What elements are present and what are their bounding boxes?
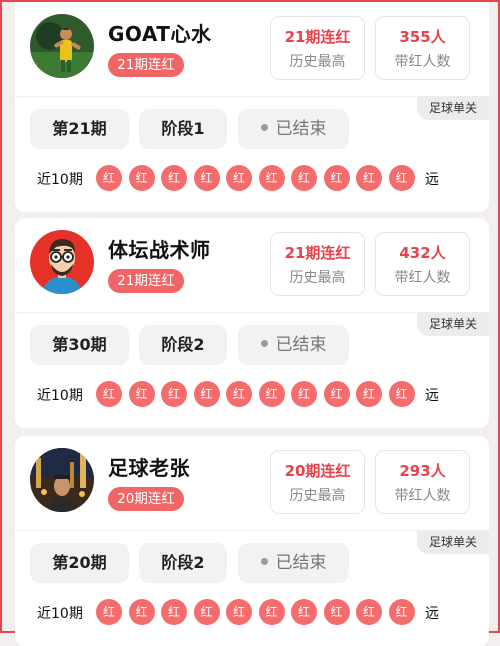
stage-pill[interactable]: 阶段1 <box>139 109 227 149</box>
result-ball: 红 <box>388 599 415 625</box>
result-ball: 红 <box>226 165 252 191</box>
result-ball: 红 <box>258 599 285 625</box>
result-ball: 红 <box>258 165 285 191</box>
result-ball: 红 <box>291 381 317 407</box>
status-text: 已结束 <box>275 119 327 139</box>
followers-value: 355人 <box>399 28 446 46</box>
result-ball: 红 <box>161 599 187 625</box>
result-ball: 红 <box>96 165 122 191</box>
result-ball: 红 <box>323 381 350 407</box>
result-ball: 红 <box>356 599 382 625</box>
followers-label: 带红人数 <box>394 270 451 286</box>
period-pill[interactable]: 第21期 <box>30 109 129 149</box>
category-tag: 足球单关 <box>417 96 489 120</box>
status-pill: 已结束 <box>238 543 349 583</box>
result-ball: 红 <box>291 599 317 625</box>
far-label: 远 <box>425 606 439 622</box>
expert-name[interactable]: GOAT心水 <box>108 18 211 47</box>
avatar[interactable] <box>30 14 94 78</box>
expert-card[interactable]: 足球老张 20期连红 20期连红 历史最高 293人 带红人数 足球单关 第20… <box>15 436 489 646</box>
result-ball: 红 <box>96 381 122 407</box>
followers-value: 432人 <box>399 244 446 262</box>
best-streak-label: 历史最高 <box>289 54 346 70</box>
period-pill[interactable]: 第30期 <box>30 325 129 365</box>
status-pill: 已结束 <box>238 109 349 149</box>
result-ball: 红 <box>161 381 187 407</box>
best-streak-label: 历史最高 <box>289 488 346 504</box>
result-ball: 红 <box>258 381 285 407</box>
status-pill: 已结束 <box>238 325 349 365</box>
result-ball: 红 <box>161 165 187 191</box>
recent-label: 近10期 <box>37 606 83 622</box>
result-ball: 红 <box>193 165 220 191</box>
followers-value: 293人 <box>399 462 446 480</box>
result-ball: 红 <box>128 165 155 191</box>
result-ball: 红 <box>193 599 220 625</box>
result-ball: 红 <box>128 381 155 407</box>
category-tag: 足球单关 <box>417 312 489 336</box>
best-streak-value: 21期连红 <box>284 28 351 46</box>
best-streak-box: 21期连红 历史最高 <box>270 232 365 296</box>
status-dot-icon <box>260 558 268 565</box>
result-ball: 红 <box>291 165 317 191</box>
best-streak-value: 20期连红 <box>284 462 351 480</box>
result-ball: 红 <box>226 599 252 625</box>
best-streak-label: 历史最高 <box>289 270 346 286</box>
period-pill[interactable]: 第20期 <box>30 543 129 583</box>
far-label: 远 <box>425 388 439 404</box>
recent-label: 近10期 <box>37 172 83 188</box>
result-ball: 红 <box>128 599 155 625</box>
followers-box: 355人 带红人数 <box>375 16 470 80</box>
best-streak-box: 21期连红 历史最高 <box>270 16 365 80</box>
avatar[interactable] <box>30 448 94 512</box>
recent-label: 近10期 <box>37 388 83 404</box>
streak-badge: 20期连红 <box>108 487 184 511</box>
followers-label: 带红人数 <box>394 54 451 70</box>
category-tag: 足球单关 <box>417 530 489 554</box>
stage-pill[interactable]: 阶段2 <box>139 543 227 583</box>
best-streak-box: 20期连红 历史最高 <box>270 450 365 514</box>
followers-label: 带红人数 <box>394 488 451 504</box>
result-ball: 红 <box>388 381 415 407</box>
result-ball: 红 <box>193 381 220 407</box>
best-streak-value: 21期连红 <box>284 244 351 262</box>
expert-name[interactable]: 体坛战术师 <box>108 234 211 263</box>
result-ball: 红 <box>356 381 382 407</box>
expert-card[interactable]: GOAT心水 21期连红 21期连红 历史最高 355人 带红人数 足球单关 第… <box>15 2 489 212</box>
status-dot-icon <box>260 340 268 347</box>
result-ball: 红 <box>323 599 350 625</box>
streak-badge: 21期连红 <box>108 53 184 77</box>
status-text: 已结束 <box>275 553 327 573</box>
result-ball: 红 <box>356 165 382 191</box>
expert-card[interactable]: 体坛战术师 21期连红 21期连红 历史最高 432人 带红人数 足球单关 第3… <box>15 218 489 428</box>
streak-badge: 21期连红 <box>108 269 184 293</box>
followers-box: 293人 带红人数 <box>375 450 470 514</box>
expert-name[interactable]: 足球老张 <box>108 452 190 481</box>
stage-pill[interactable]: 阶段2 <box>139 325 227 365</box>
result-ball: 红 <box>226 381 252 407</box>
status-dot-icon <box>260 124 268 131</box>
status-text: 已结束 <box>275 335 327 355</box>
result-ball: 红 <box>323 165 350 191</box>
result-ball: 红 <box>388 165 415 191</box>
result-ball: 红 <box>96 599 122 625</box>
far-label: 远 <box>425 172 439 188</box>
followers-box: 432人 带红人数 <box>375 232 470 296</box>
avatar[interactable] <box>30 230 94 294</box>
